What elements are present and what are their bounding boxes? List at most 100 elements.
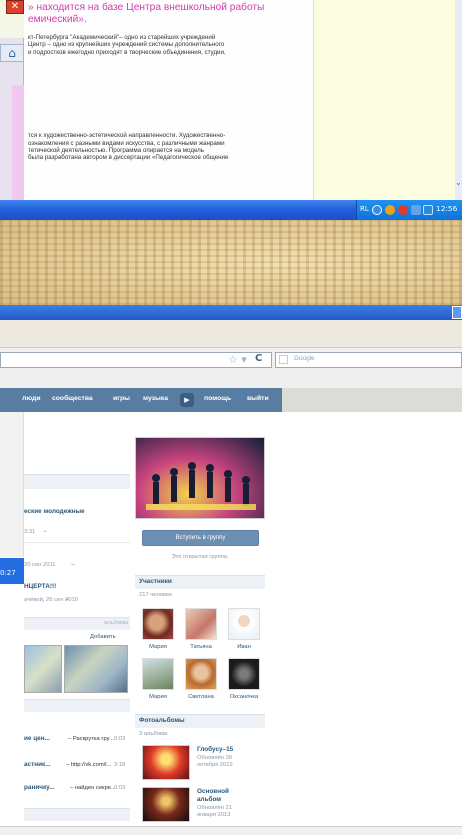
members-header[interactable]: Участники <box>139 578 172 585</box>
paragraph-line: тетической деятельностью. Программа опир… <box>28 147 205 155</box>
album-updated: Обновлён 30 <box>197 755 233 761</box>
paragraph-line: Центр – одно из крупнейших учреждений си… <box>28 41 225 49</box>
refresh-icon[interactable]: C <box>255 353 262 364</box>
horizontal-scrollbar[interactable] <box>0 826 462 835</box>
search-placeholder: Google <box>294 355 315 362</box>
antivirus-icon[interactable] <box>398 205 408 215</box>
member-name[interactable]: Оксаночка <box>223 694 265 700</box>
vk-top-nav <box>0 388 282 412</box>
document-heading: » находится на базе Центра внешкольной р… <box>28 2 309 26</box>
window-status-bar <box>0 305 462 320</box>
album-photo[interactable] <box>24 645 62 693</box>
avatar[interactable] <box>142 658 174 690</box>
reply-arrow-icon[interactable]: → <box>70 561 76 567</box>
nav-communities[interactable]: сообщества <box>52 395 93 402</box>
albums-add-link[interactable]: Добавить <box>90 634 116 640</box>
divider <box>24 542 130 543</box>
paragraph-line: кт-Петербурга "Академический"– одно из с… <box>28 34 216 41</box>
left-window-edge <box>0 412 24 557</box>
chevron-down-icon[interactable]: ⌄ <box>455 178 462 188</box>
dancers-illustration <box>146 462 256 510</box>
link-time: 0:03 <box>114 785 126 791</box>
nav-music[interactable]: музыка <box>143 395 168 402</box>
group-cover-photo[interactable] <box>135 437 265 519</box>
member-name[interactable]: Мария <box>137 694 179 700</box>
document-paragraph: кт-Петербурга "Академический"– одно из с… <box>28 34 309 56</box>
link-time: 0:03 <box>114 736 126 742</box>
nav-logout[interactable]: выйти <box>247 395 269 402</box>
google-icon[interactable] <box>279 355 288 364</box>
window-frame <box>0 320 462 348</box>
photo-albums-header[interactable]: Фотоальбомы <box>139 717 185 724</box>
close-icon[interactable]: ✕ <box>6 0 24 14</box>
album-photo[interactable] <box>64 645 128 693</box>
members-count: 217 человек <box>139 592 172 598</box>
document-right-margin <box>313 0 455 200</box>
nav-people[interactable]: люди <box>22 395 41 402</box>
join-group-button[interactable]: Вступить в группу <box>142 530 259 546</box>
display-icon[interactable] <box>411 205 421 215</box>
reply-arrow-icon[interactable]: → <box>42 528 48 534</box>
volume-icon[interactable] <box>423 205 433 215</box>
post-meta: ачёвой, 26 сен 2010 <box>24 597 78 603</box>
home-icon[interactable]: ⌂ <box>0 44 24 62</box>
album-title[interactable]: альбом <box>197 796 221 803</box>
member-name[interactable]: Мария <box>137 644 179 650</box>
album-title[interactable]: Основной <box>197 788 229 795</box>
star-icon[interactable]: ☆ ▾ <box>228 353 247 366</box>
paragraph-line: ознакомления с разными видами искусства,… <box>28 139 225 147</box>
member-name[interactable]: Татьяна <box>180 644 222 650</box>
minimize-button[interactable] <box>452 306 462 319</box>
document-page: » находится на базе Центра внешкольной р… <box>24 0 313 200</box>
album-cover[interactable] <box>142 787 190 822</box>
paragraph-line: тся к художественно-эстетической направл… <box>28 132 226 140</box>
pink-panel-strip <box>12 85 24 200</box>
post-title[interactable]: еские молодежные <box>24 508 85 515</box>
album-updated: января 2013 <box>197 812 231 818</box>
link-title[interactable]: ие цен... <box>24 735 50 742</box>
avatar[interactable] <box>142 608 174 640</box>
network-icon[interactable] <box>372 205 382 215</box>
nav-help[interactable]: помощь <box>204 395 231 402</box>
avatar[interactable] <box>185 608 217 640</box>
clock-fragment: 0:27 <box>0 569 16 577</box>
page-right-blank <box>275 412 462 835</box>
clock: 12:56 <box>436 204 458 213</box>
section-bar <box>24 808 130 821</box>
language-indicator[interactable]: RL <box>360 205 369 213</box>
post-title[interactable]: НЦЕРТА!!! <box>24 583 56 590</box>
avatar[interactable] <box>185 658 217 690</box>
album-updated: Обновлён 21 <box>197 805 233 811</box>
post-time: 3:31 <box>24 529 36 535</box>
album-title[interactable]: Глобусу–15 <box>197 746 233 753</box>
avatar[interactable] <box>228 658 260 690</box>
link-desc: – найден секре... <box>70 785 116 791</box>
document-paragraph: тся к художественно-эстетической направл… <box>28 132 309 162</box>
member-name[interactable]: Светлана <box>180 694 222 700</box>
link-title[interactable]: астник... <box>24 761 51 768</box>
post-time: 20 сен 2011 <box>24 562 56 568</box>
open-group-label: Это открытая группа. <box>171 554 229 560</box>
albums-header: альбомы <box>104 620 129 626</box>
vertical-scrollbar[interactable] <box>455 0 462 200</box>
paragraph-line: была разработана автором в диссертации «… <box>28 154 229 162</box>
link-time: 3:18 <box>114 762 126 768</box>
heading-line: » находится на базе Центра внешкольной р… <box>28 2 265 13</box>
link-desc: – Раскрутка гру... <box>68 736 114 742</box>
play-icon[interactable]: ▶ <box>180 393 194 407</box>
reply-arrow-icon[interactable]: → <box>64 596 70 602</box>
wall-header <box>24 474 130 489</box>
nav-games[interactable]: игры <box>113 395 130 402</box>
album-updated: октября 2012 <box>197 762 233 768</box>
links-header-bar <box>24 699 130 712</box>
paragraph-line: и подростков ежегодно приходят в творчес… <box>28 48 226 56</box>
messenger-icon[interactable] <box>385 205 395 215</box>
avatar[interactable] <box>228 608 260 640</box>
photo-albums-count: 3 альбома <box>139 731 168 737</box>
heading-line: емический». <box>28 14 87 25</box>
album-cover[interactable] <box>142 745 190 780</box>
papyrus-background <box>0 220 462 305</box>
member-name[interactable]: Иван <box>223 644 265 650</box>
link-desc: – http://vk.com/l... <box>66 762 112 768</box>
link-title[interactable]: раничку... <box>24 784 54 791</box>
